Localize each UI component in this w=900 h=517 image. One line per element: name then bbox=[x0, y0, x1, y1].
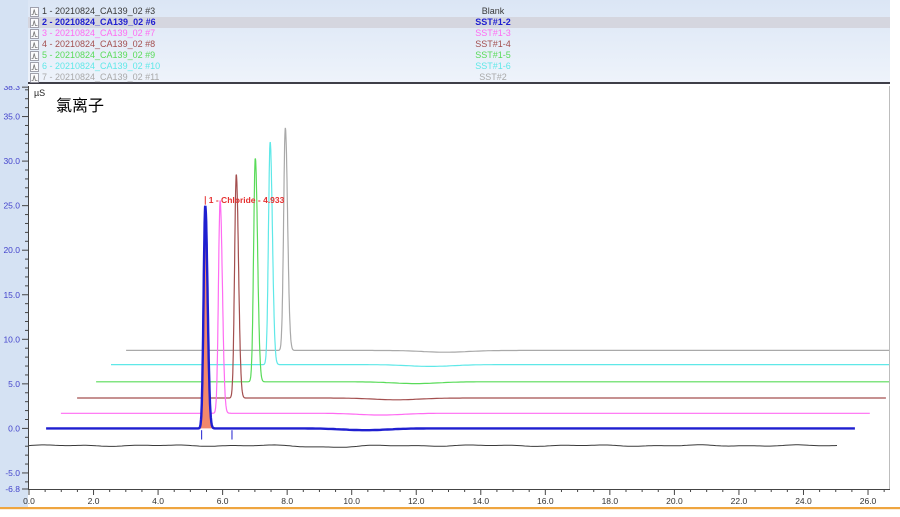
x-tick-label: 16.0 bbox=[537, 496, 554, 506]
y-tick-label: 5.0 bbox=[8, 379, 20, 389]
y-tick-label: -5.0 bbox=[5, 468, 20, 478]
x-tick-label: 6.0 bbox=[217, 496, 229, 506]
y-tick-label: 0.0 bbox=[8, 423, 20, 433]
y-tick-label: 38.3 bbox=[3, 86, 20, 92]
x-tick-label: 0.0 bbox=[23, 496, 35, 506]
legend-row[interactable]: 2 - 20210824_CA139_02 #6 SST#1-2 bbox=[28, 17, 890, 28]
x-tick-label: 10.0 bbox=[343, 496, 360, 506]
legend-sample-label: SST#1-3 bbox=[368, 28, 618, 39]
x-tick-label: 2.0 bbox=[88, 496, 100, 506]
legend-row[interactable]: 1 - 20210824_CA139_02 #3 Blank bbox=[28, 6, 890, 17]
legend-sample-name: 4 - 20210824_CA139_02 #8 bbox=[42, 39, 155, 50]
x-tick-label: 22.0 bbox=[731, 496, 748, 506]
x-axis: 0.0 2.0 4.0 6.0 8.0 10.0 12.0 14.0 16.0 18.0 20.0 2… bbox=[23, 489, 884, 506]
x-tick-label: 12.0 bbox=[408, 496, 425, 506]
x-tick-label: 8.0 bbox=[281, 496, 293, 506]
x-tick-label: 24.0 bbox=[795, 496, 812, 506]
x-tick-label: 20.0 bbox=[666, 496, 683, 506]
legend-sample-label: SST#1-5 bbox=[368, 50, 618, 61]
chromatogram-icon bbox=[30, 29, 39, 39]
legend-sample-name: 2 - 20210824_CA139_02 #6 bbox=[42, 17, 156, 28]
x-tick-label: 4.0 bbox=[152, 496, 164, 506]
chromatogram-icon bbox=[30, 62, 39, 72]
chromatogram-icon bbox=[30, 18, 39, 28]
x-tick-label: 14.0 bbox=[473, 496, 490, 506]
legend-sample-label: SST#1-6 bbox=[368, 61, 618, 72]
legend-row[interactable]: 4 - 20210824_CA139_02 #8 SST#1-4 bbox=[28, 39, 890, 50]
chromatogram-icon bbox=[30, 51, 39, 61]
chromatogram-icon bbox=[30, 7, 39, 17]
y-tick-label: 25.0 bbox=[3, 201, 20, 211]
y-tick-label: -6.8 bbox=[5, 484, 20, 494]
chromatogram-plot: 0.0 2.0 4.0 6.0 8.0 10.0 12.0 14.0 16.0 18.0 20.0 2… bbox=[0, 86, 900, 517]
y-axis: 38.3 35.0 30.0 25.0 20.0 15.0 10.0 5.0 0.0 -5.0 -6… bbox=[3, 86, 28, 494]
legend-sample-label: Blank bbox=[368, 6, 618, 17]
y-axis-unit-label: µS bbox=[34, 88, 45, 98]
y-tick-label: 30.0 bbox=[3, 156, 20, 166]
legend-sample-label: SST#1-4 bbox=[368, 39, 618, 50]
y-tick-label: 15.0 bbox=[3, 290, 20, 300]
legend-row[interactable]: 7 - 20210824_CA139_02 #11 SST#2 bbox=[28, 72, 890, 83]
chromatogram-icon bbox=[30, 73, 39, 83]
legend-sample-name: 6 - 20210824_CA139_02 #10 bbox=[42, 61, 160, 72]
legend-sample-name: 5 - 20210824_CA139_02 #9 bbox=[42, 50, 155, 61]
chart-title: 氯离子 bbox=[56, 92, 104, 116]
legend-sample-name: 1 - 20210824_CA139_02 #3 bbox=[42, 6, 155, 17]
y-tick-label: 20.0 bbox=[3, 245, 20, 255]
y-tick-label: 10.0 bbox=[3, 334, 20, 344]
peak-label: 1 - Chloride - 4.933 bbox=[209, 195, 285, 205]
legend-sample-name: 3 - 20210824_CA139_02 #7 bbox=[42, 28, 155, 39]
x-tick-label: 18.0 bbox=[602, 496, 619, 506]
chromatogram-view: 1 - 20210824_CA139_02 #3Blank2 - 2021082… bbox=[0, 0, 900, 517]
legend-row[interactable]: 3 - 20210824_CA139_02 #7 SST#1-3 bbox=[28, 28, 890, 39]
bottom-divider bbox=[0, 507, 900, 509]
legend-row[interactable]: 6 - 20210824_CA139_02 #10 SST#1-6 bbox=[28, 61, 890, 72]
chromatogram-icon bbox=[30, 40, 39, 50]
injection-legend: 1 - 20210824_CA139_02 #3Blank2 - 2021082… bbox=[28, 0, 890, 84]
legend-sample-label: SST#1-2 bbox=[368, 17, 618, 28]
legend-sample-name: 7 - 20210824_CA139_02 #11 bbox=[42, 72, 159, 83]
y-tick-label: 35.0 bbox=[3, 112, 20, 122]
legend-sample-label: SST#2 bbox=[368, 72, 618, 83]
x-tick-label: 26.0 bbox=[860, 496, 877, 506]
legend-row[interactable]: 5 - 20210824_CA139_02 #9 SST#1-5 bbox=[28, 50, 890, 61]
